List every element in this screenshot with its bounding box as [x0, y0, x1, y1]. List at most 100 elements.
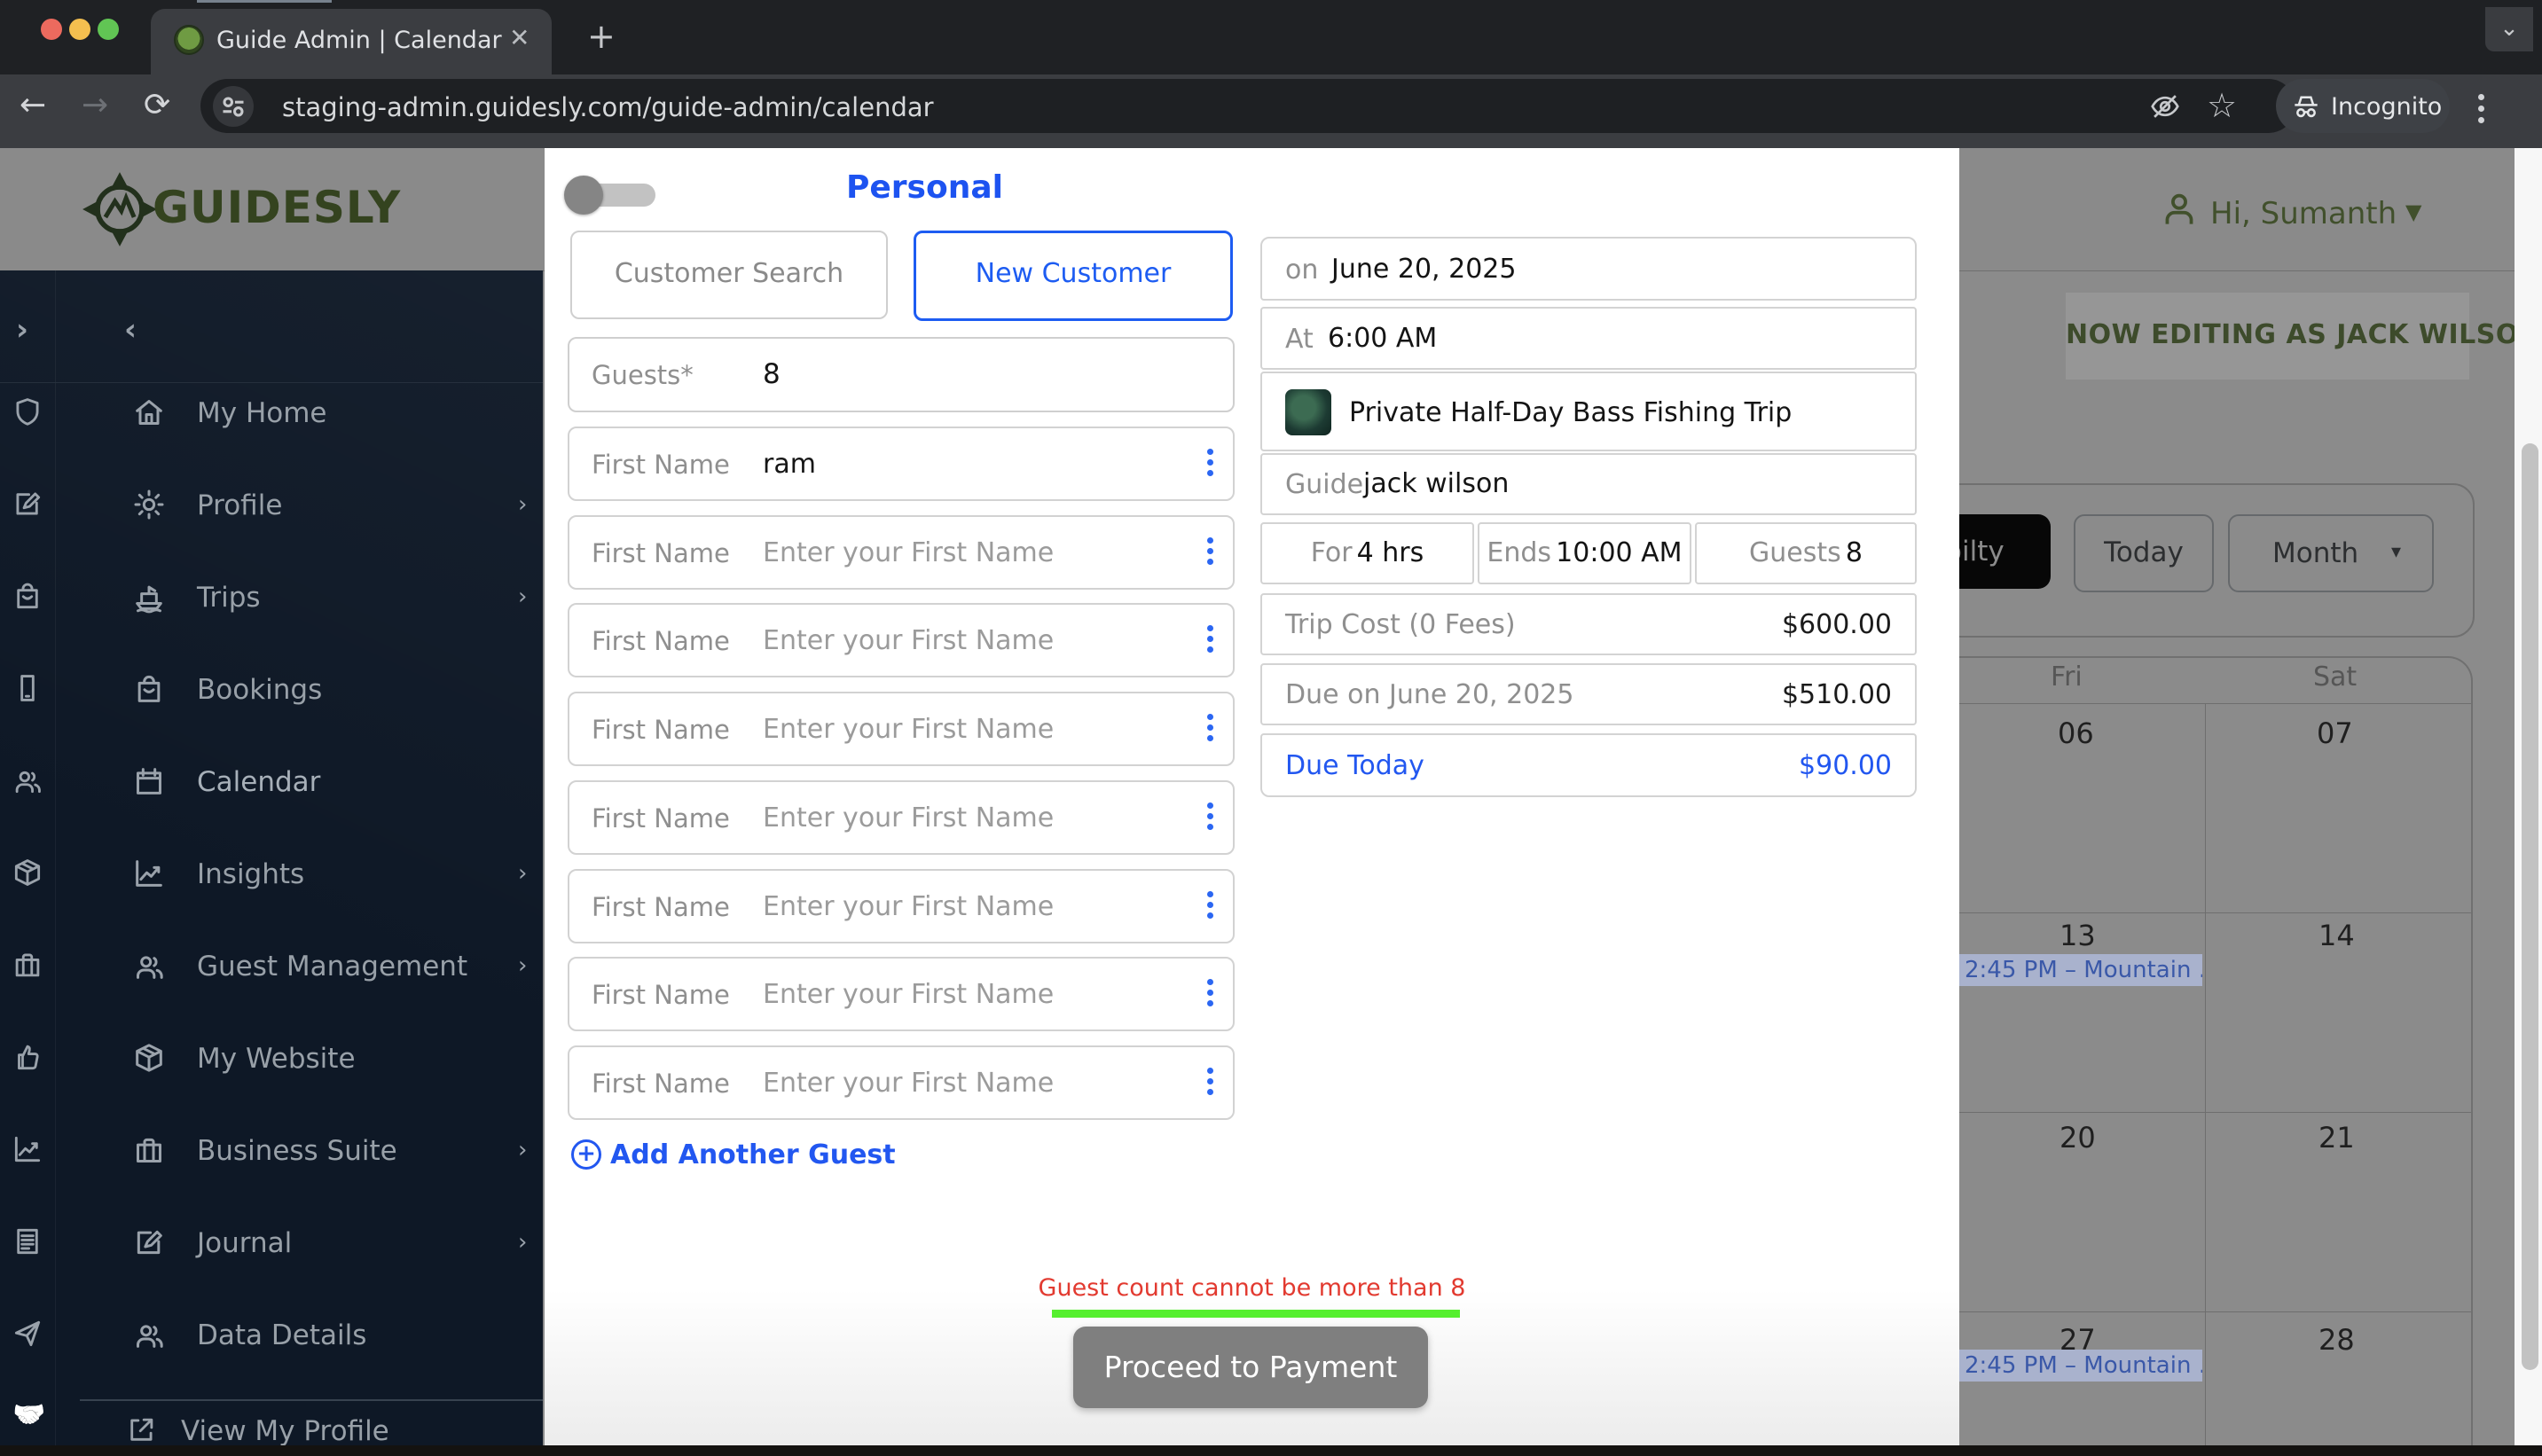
- kebab-menu-icon[interactable]: [1207, 621, 1213, 657]
- sidebar-item-insights[interactable]: Insights ›: [55, 838, 543, 909]
- sidebar-item-data-details[interactable]: Data Details: [55, 1299, 543, 1370]
- back-icon[interactable]: ←: [20, 87, 46, 123]
- rail-briefcase-icon[interactable]: [11, 948, 46, 983]
- calendar-date-cell[interactable]: 28: [2318, 1323, 2355, 1357]
- eye-off-icon[interactable]: [2148, 90, 2182, 127]
- sidebar-item-trips[interactable]: Trips ›: [55, 561, 543, 632]
- first-name-input[interactable]: ram: [763, 449, 816, 480]
- guest-first-name-row[interactable]: First Name Enter your First Name: [568, 515, 1235, 590]
- first-name-input[interactable]: Enter your First Name: [763, 625, 1054, 656]
- guest-first-name-row[interactable]: First Name Enter your First Name: [568, 780, 1235, 855]
- guests-count-field[interactable]: Guests* 8: [568, 337, 1235, 412]
- guest-first-name-row[interactable]: First Name ram: [568, 427, 1235, 501]
- first-name-input[interactable]: Enter your First Name: [763, 537, 1054, 568]
- forward-icon[interactable]: →: [82, 87, 108, 123]
- calendar-event[interactable]: 2:45 PM – Mountain …: [1959, 1350, 2202, 1382]
- rail-package-icon[interactable]: [11, 856, 46, 891]
- rail-edit-icon[interactable]: [11, 487, 46, 522]
- ends-prefix: Ends: [1487, 537, 1552, 568]
- first-name-input[interactable]: Enter your First Name: [763, 1068, 1054, 1099]
- window-zoom-button[interactable]: [98, 19, 119, 40]
- rail-bag-icon[interactable]: [11, 579, 46, 614]
- kebab-menu-icon[interactable]: [1207, 887, 1213, 923]
- summary-duration-cell: For 4 hrs: [1260, 522, 1474, 584]
- sidebar-item-calendar[interactable]: Calendar: [55, 746, 543, 817]
- rail-doc-icon[interactable]: [11, 1225, 46, 1260]
- window-minimize-button[interactable]: [69, 19, 90, 40]
- guest-first-name-row[interactable]: First Name Enter your First Name: [568, 869, 1235, 943]
- calendar-date-cell[interactable]: 21: [2318, 1121, 2355, 1155]
- rail-smartphone-icon[interactable]: [11, 671, 46, 707]
- window-close-button[interactable]: [41, 19, 62, 40]
- greeting-text[interactable]: Hi, Sumanth: [2210, 196, 2397, 231]
- browser-tab[interactable]: Guide Admin | Calendar ✕: [151, 9, 552, 74]
- calendar-date-cell[interactable]: 14: [2318, 919, 2355, 952]
- new-customer-tab[interactable]: New Customer: [914, 231, 1233, 321]
- browser-tab-strip: Guide Admin | Calendar ✕ + ⌄: [0, 0, 2542, 74]
- kebab-menu-icon[interactable]: [1207, 533, 1213, 569]
- sidebar-item-journal[interactable]: Journal ›: [55, 1207, 543, 1278]
- scrollbar-thumb[interactable]: [2522, 443, 2538, 1370]
- people-icon: [15, 771, 41, 794]
- kebab-menu-icon[interactable]: [1207, 444, 1213, 481]
- calendar-date-cell[interactable]: 13: [2059, 919, 2096, 952]
- guests-value[interactable]: 8: [763, 358, 781, 390]
- booking-type-toggle[interactable]: [564, 176, 655, 215]
- sidebar-item-profile[interactable]: Profile ›: [55, 469, 543, 540]
- people-icon: [137, 956, 163, 979]
- view-select[interactable]: Month ▾: [2228, 514, 2434, 592]
- first-name-input[interactable]: Enter your First Name: [763, 891, 1054, 922]
- guest-first-name-row[interactable]: First Name Enter your First Name: [568, 957, 1235, 1031]
- due-today-label: Due Today: [1285, 750, 1424, 781]
- chevron-right-icon: ›: [518, 860, 528, 887]
- guest-first-name-row[interactable]: First Name Enter your First Name: [568, 603, 1235, 677]
- rail-chart-icon[interactable]: [11, 1132, 46, 1168]
- calendar-date-cell[interactable]: 07: [2317, 716, 2353, 750]
- guest-first-name-row[interactable]: First Name Enter your First Name: [568, 692, 1235, 766]
- calendar-date-cell[interactable]: 20: [2059, 1121, 2096, 1155]
- sidebar-item-my-home[interactable]: My Home: [55, 377, 543, 448]
- kebab-menu-icon[interactable]: [1207, 709, 1213, 746]
- proceed-to-payment-button[interactable]: Proceed to Payment: [1073, 1327, 1428, 1408]
- rail-people-icon[interactable]: [11, 763, 46, 799]
- handshake-icon[interactable]: 🤝: [12, 1399, 45, 1430]
- calendar-event[interactable]: 2:45 PM – Mountain …: [1959, 954, 2202, 986]
- customer-search-tab[interactable]: Customer Search: [570, 231, 888, 319]
- new-tab-button[interactable]: +: [587, 20, 616, 53]
- sidebar-item-guest-management[interactable]: Guest Management ›: [55, 930, 543, 1001]
- rail-expand-chevron-icon[interactable]: ›: [16, 312, 28, 348]
- bookmark-star-icon[interactable]: ☆: [2207, 86, 2237, 125]
- toggle-knob[interactable]: [564, 176, 603, 215]
- guests-prefix: Guests: [1749, 537, 1841, 568]
- briefcase-icon: [137, 1138, 161, 1162]
- first-name-input[interactable]: Enter your First Name: [763, 802, 1054, 834]
- sidebar-item-my-website[interactable]: My Website: [55, 1022, 543, 1093]
- rail-shield-icon[interactable]: [11, 395, 46, 430]
- first-name-input[interactable]: Enter your First Name: [763, 714, 1054, 745]
- site-info-icon[interactable]: [213, 86, 254, 127]
- guest-first-name-row[interactable]: First Name Enter your First Name: [568, 1045, 1235, 1120]
- user-menu-caret-icon[interactable]: ▼: [2405, 200, 2421, 224]
- calendar-date-cell[interactable]: 06: [2058, 716, 2094, 750]
- today-button[interactable]: Today: [2074, 514, 2214, 592]
- address-bar[interactable]: staging-admin.guidesly.com/guide-admin/c…: [200, 79, 2295, 133]
- reload-icon[interactable]: ⟳: [144, 87, 170, 123]
- kebab-menu-icon[interactable]: [1207, 975, 1213, 1011]
- tab-close-icon[interactable]: ✕: [509, 23, 530, 52]
- sidebar-item-bookings[interactable]: Bookings: [55, 654, 543, 724]
- first-name-input[interactable]: Enter your First Name: [763, 979, 1054, 1010]
- tab-search-chevron-icon[interactable]: ⌄: [2485, 7, 2533, 51]
- cost-amount: $510.00: [1781, 679, 1892, 710]
- url-text[interactable]: staging-admin.guidesly.com/guide-admin/c…: [282, 92, 934, 122]
- rail-send-icon[interactable]: [11, 1317, 46, 1352]
- kebab-menu-icon[interactable]: [1207, 798, 1213, 834]
- sidebar-item-business-suite[interactable]: Business Suite ›: [55, 1115, 543, 1186]
- grid-line: [1907, 912, 2471, 913]
- sidebar-collapse-chevron-icon[interactable]: ‹: [124, 312, 137, 348]
- chart-icon: [136, 860, 162, 887]
- sidebar-item-label: My Home: [197, 397, 327, 429]
- guidesly-logo-text[interactable]: GUIDESLY: [153, 182, 401, 233]
- kebab-menu-icon[interactable]: [1207, 1063, 1213, 1100]
- rail-thumbs-up-icon[interactable]: [11, 1040, 46, 1076]
- browser-menu-icon[interactable]: [2478, 89, 2485, 129]
